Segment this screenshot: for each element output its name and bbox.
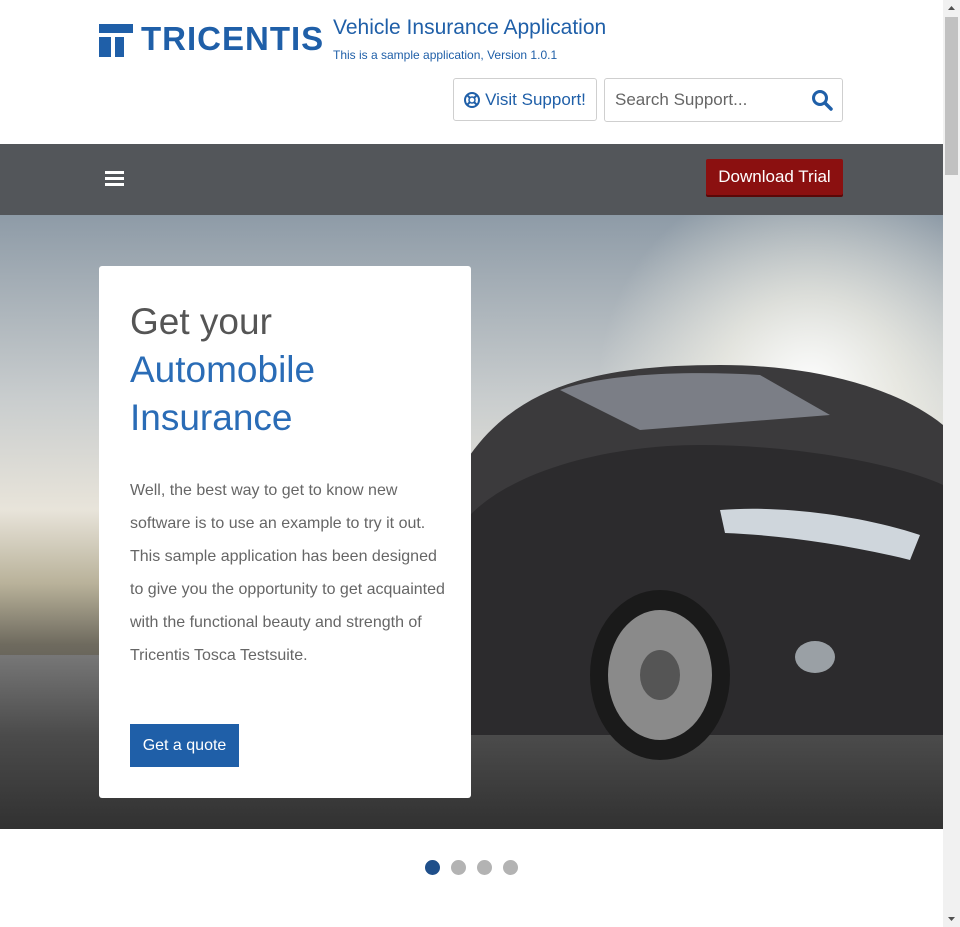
- get-a-quote-button[interactable]: Get a quote: [130, 724, 239, 767]
- visit-support-button[interactable]: Visit Support!: [453, 78, 597, 121]
- search-support: [604, 78, 843, 122]
- scrollbar-thumb[interactable]: [945, 17, 958, 175]
- hamburger-menu-icon[interactable]: [105, 171, 124, 188]
- vertical-scrollbar[interactable]: [943, 0, 960, 927]
- tricentis-logo[interactable]: TRICENTIS: [99, 20, 324, 58]
- carousel-dot-4[interactable]: [503, 860, 518, 875]
- carousel-dot-1[interactable]: [425, 860, 440, 875]
- logo-text: TRICENTIS: [141, 20, 325, 57]
- carousel-indicators: [425, 860, 518, 875]
- page: TRICENTIS Vehicle Insurance Application …: [0, 0, 943, 927]
- app-subtitle: This is a sample application, Version 1.…: [333, 48, 558, 62]
- hero-heading: Get your Automobile Insurance: [130, 298, 450, 442]
- hero-heading-line1: Get your: [130, 301, 272, 342]
- hero-heading-line2: Automobile: [130, 349, 316, 390]
- scroll-down-arrow-icon[interactable]: [943, 910, 960, 927]
- hero-heading-line3: Insurance: [130, 397, 293, 438]
- scroll-up-arrow-icon[interactable]: [943, 0, 960, 17]
- app-title: Vehicle Insurance Application: [333, 16, 607, 39]
- visit-support-label: Visit Support!: [485, 89, 586, 109]
- hero-description: Well, the best way to get to know new so…: [130, 482, 445, 664]
- carousel-dot-2[interactable]: [451, 860, 466, 875]
- search-icon[interactable]: [810, 88, 834, 112]
- download-trial-button[interactable]: Download Trial: [706, 159, 843, 195]
- hero-card: Get your Automobile Insurance Well, the …: [99, 266, 471, 798]
- search-support-input[interactable]: [605, 79, 815, 121]
- carousel-dot-3[interactable]: [477, 860, 492, 875]
- lifebuoy-icon: [464, 91, 481, 108]
- logo-mark-icon: [99, 20, 133, 58]
